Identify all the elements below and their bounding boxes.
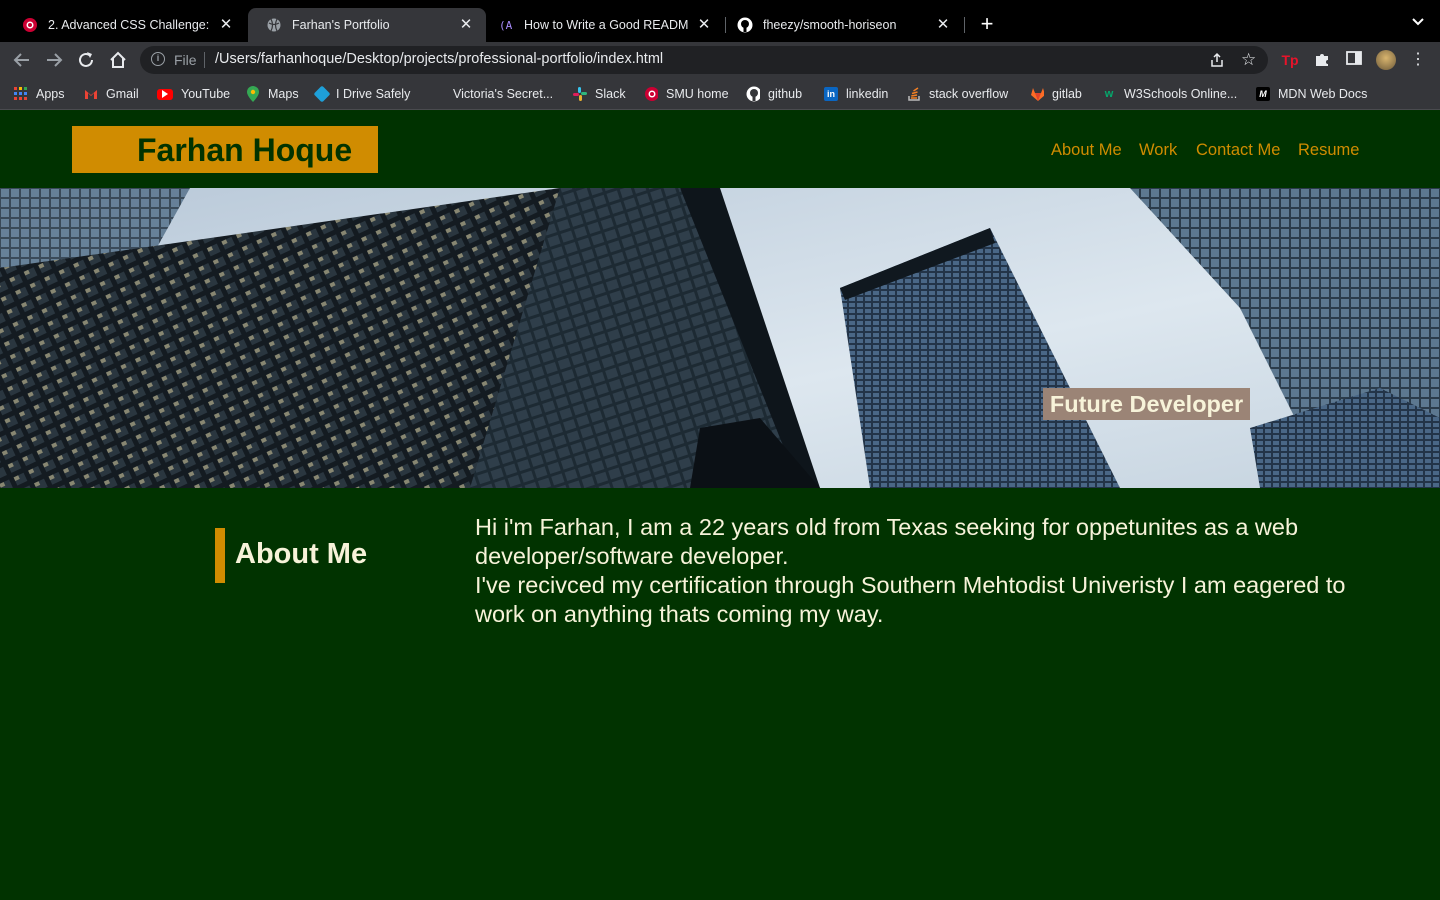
omnibox-divider — [204, 52, 205, 68]
close-tab-icon[interactable]: ✕ — [935, 17, 951, 33]
youtube-icon — [157, 88, 173, 100]
about-paragraph-2: I've recivced my certification through S… — [475, 572, 1346, 627]
bookmark-w3schools[interactable]: w W3Schools Online... — [1102, 86, 1238, 102]
url-scheme-label: File — [174, 52, 197, 68]
bookmark-idrivesafely[interactable]: I Drive Safely — [313, 85, 411, 103]
bookmark-label: YouTube — [181, 87, 231, 101]
gmail-icon — [84, 87, 98, 101]
hero-skyline-image — [0, 188, 1440, 488]
kebab-menu-icon[interactable]: ⋮ — [1408, 50, 1428, 70]
maps-icon — [246, 86, 260, 102]
tab-title: How to Write a Good README — [524, 18, 688, 32]
tab-advanced-css[interactable]: 2. Advanced CSS Challenge: P ✕ — [4, 8, 246, 42]
bookmark-label: Apps — [36, 87, 65, 101]
nav-resume[interactable]: Resume — [1298, 141, 1359, 160]
bookmark-smu-home[interactable]: SMU home — [644, 86, 729, 102]
bookmark-github[interactable]: github — [746, 86, 802, 102]
bookmark-star-icon[interactable]: ☆ — [1241, 50, 1256, 70]
idrivesafely-icon — [313, 85, 331, 103]
profile-avatar[interactable] — [1376, 50, 1396, 70]
bookmark-linkedin[interactable]: in linkedin — [824, 86, 888, 102]
tab-separator — [964, 17, 965, 33]
bookmark-apps[interactable]: Apps — [14, 86, 65, 102]
browser-toolbar: i File /Users/farhanhoque/Desktop/projec… — [0, 42, 1440, 78]
bookmark-label: Slack — [595, 87, 626, 101]
bookmark-gitlab[interactable]: gitlab — [1030, 86, 1082, 102]
tab-search-chevron-icon[interactable] — [1408, 14, 1428, 34]
bookmark-label: W3Schools Online... — [1124, 87, 1238, 101]
tab-github-repo[interactable]: fheezy/smooth-horiseon ✕ — [719, 8, 963, 42]
bookmark-label: MDN Web Docs — [1278, 87, 1368, 101]
about-section: About Me Hi i'm Farhan, I am a 22 years … — [0, 488, 1440, 900]
url-text[interactable]: /Users/farhanhoque/Desktop/projects/prof… — [215, 51, 663, 67]
bookmarks-bar: Apps Gmail YouTube Maps I Drive Safely V… — [0, 78, 1440, 110]
mdn-icon: M — [1256, 87, 1270, 101]
linkedin-icon: in — [824, 87, 838, 101]
bookmark-label: gitlab — [1052, 87, 1082, 101]
forward-arrow-icon[interactable] — [43, 49, 65, 71]
w3schools-icon: w — [1104, 88, 1114, 100]
svg-text:(A): (A) — [499, 19, 514, 32]
share-icon[interactable] — [1210, 52, 1224, 71]
slack-icon — [573, 87, 587, 101]
extensions-puzzle-icon[interactable] — [1312, 50, 1332, 70]
site-header: Farhan Hoque About Me Work Contact Me Re… — [0, 111, 1440, 188]
hero-tagline: Future Developer — [1043, 388, 1250, 420]
bookmark-slack[interactable]: Slack — [573, 86, 626, 102]
tab-title: fheezy/smooth-horiseon — [763, 18, 897, 32]
about-heading: About Me — [235, 538, 368, 570]
hero-banner: Future Developer — [0, 188, 1440, 488]
home-icon[interactable] — [107, 49, 129, 71]
bookmark-label: Maps — [268, 87, 299, 101]
bookmark-victorias-secret[interactable]: Victoria's Secret... — [431, 86, 553, 102]
nav-contact-me[interactable]: Contact Me — [1196, 141, 1280, 160]
about-accent-bar — [215, 528, 225, 583]
address-bar[interactable]: i File /Users/farhanhoque/Desktop/projec… — [140, 46, 1268, 74]
smu-icon — [22, 17, 38, 33]
back-arrow-icon[interactable] — [11, 49, 33, 71]
tab-title: Farhan's Portfolio — [292, 18, 390, 32]
bookmark-youtube[interactable]: YouTube — [157, 86, 230, 102]
globe-icon — [266, 17, 282, 33]
logo-box: Farhan Hoque — [72, 126, 378, 173]
stackoverflow-icon — [907, 87, 921, 101]
bookmark-label: linkedin — [846, 87, 889, 101]
tab-readme[interactable]: (A) How to Write a Good README ✕ — [480, 8, 724, 42]
nav-work[interactable]: Work — [1139, 141, 1177, 160]
reload-icon[interactable] — [75, 49, 97, 71]
bookmark-stackoverflow[interactable]: stack overflow — [907, 86, 1008, 102]
bookmark-label: Victoria's Secret... — [453, 87, 554, 101]
tab-farhans-portfolio[interactable]: Farhan's Portfolio ✕ — [248, 8, 486, 42]
browser-tabbar: 2. Advanced CSS Challenge: P ✕ Farhan's … — [0, 0, 1440, 42]
bookmark-mdn[interactable]: M MDN Web Docs — [1256, 86, 1367, 102]
victorias-secret-icon — [431, 87, 445, 101]
github-icon — [737, 17, 753, 33]
close-tab-icon[interactable]: ✕ — [218, 17, 234, 33]
bookmark-gmail[interactable]: Gmail — [84, 86, 139, 102]
gitlab-icon — [1030, 87, 1044, 101]
bookmark-label: SMU home — [666, 87, 729, 101]
close-tab-icon[interactable]: ✕ — [696, 17, 712, 33]
about-text: Hi i'm Farhan, I am a 22 years old from … — [475, 513, 1400, 629]
new-tab-button[interactable]: + — [976, 13, 998, 35]
about-paragraph-1: Hi i'm Farhan, I am a 22 years old from … — [475, 514, 1299, 569]
bookmark-label: github — [768, 87, 803, 101]
tab-title: 2. Advanced CSS Challenge: P — [48, 18, 210, 32]
bookmark-maps[interactable]: Maps — [246, 86, 299, 102]
info-icon[interactable]: i — [151, 52, 165, 66]
smu-icon — [644, 87, 658, 101]
bookmark-label: Gmail — [106, 87, 139, 101]
portfolio-page: Farhan Hoque About Me Work Contact Me Re… — [0, 111, 1440, 900]
site-logo: Farhan Hoque — [137, 132, 353, 168]
bookmark-label: stack overflow — [929, 87, 1009, 101]
readme-icon: (A) — [498, 17, 514, 33]
bookmark-label: I Drive Safely — [336, 87, 411, 101]
side-panel-icon[interactable] — [1344, 50, 1364, 70]
apps-grid-icon — [14, 87, 28, 101]
nav-about-me[interactable]: About Me — [1051, 141, 1122, 160]
close-tab-icon[interactable]: ✕ — [458, 17, 474, 33]
extension-red-icon[interactable]: Tp — [1280, 50, 1300, 70]
github-icon — [746, 86, 760, 102]
